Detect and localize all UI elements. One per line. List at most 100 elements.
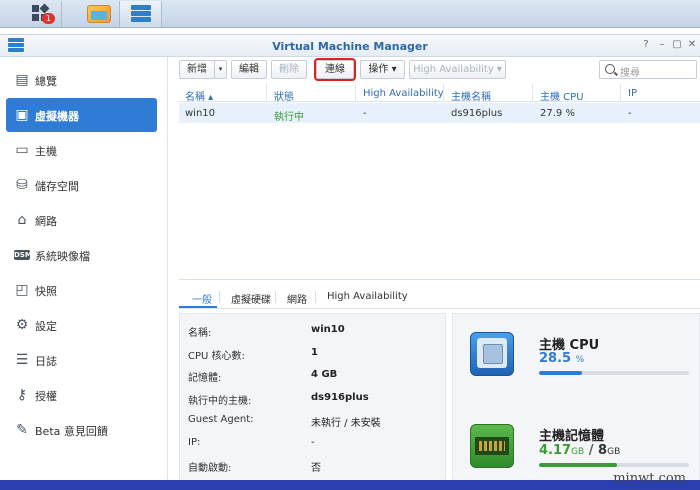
memory-usage-bar-fill bbox=[539, 463, 617, 467]
sidebar-item-license[interactable]: ⚷ 授權 bbox=[6, 378, 157, 412]
file-station-button[interactable] bbox=[78, 1, 120, 27]
sidebar-item-label: 儲存空間 bbox=[35, 180, 79, 193]
cell-host: ds916plus bbox=[451, 108, 503, 119]
virtual-machine-icon: ▣ bbox=[15, 107, 29, 123]
tab-high-availability[interactable]: High Availability bbox=[327, 291, 408, 302]
info-label: CPU 核心數: bbox=[188, 351, 245, 362]
table-row[interactable]: win10 執行中 - ds916plus 27.9 % - bbox=[179, 103, 700, 123]
column-header-ip[interactable]: IP bbox=[628, 88, 637, 99]
sidebar: ▤ 總覽 ▣ 虛擬機器 ▭ 主機 ⛁ 儲存空間 ⌂ 網路 DSM 系統映像檔 ◰… bbox=[0, 57, 168, 481]
info-value: win10 bbox=[311, 324, 345, 335]
column-header-cpu[interactable]: 主機 CPU bbox=[540, 88, 584, 103]
main-menu-button[interactable]: 1 bbox=[20, 1, 62, 27]
sidebar-item-feedback[interactable]: ✎ Beta 意見回饋 bbox=[6, 413, 157, 447]
general-info-panel: 名稱: win10 CPU 核心數: 1 記憶體: 4 GB 執行中的主機: d… bbox=[179, 313, 446, 481]
info-value: - bbox=[311, 437, 315, 448]
close-icon[interactable]: ✕ bbox=[686, 39, 698, 51]
action-menu-button[interactable]: 操作 ▾ bbox=[360, 60, 405, 79]
window-titlebar[interactable]: Virtual Machine Manager ? – ▢ ✕ bbox=[0, 35, 700, 57]
main-panel: 新增 ▾ 編輯 刪除 連線 操作 ▾ High Availability ▾ 搜… bbox=[169, 57, 700, 481]
info-label: 記憶體: bbox=[188, 373, 222, 384]
bottom-bar bbox=[0, 480, 700, 490]
info-label: Guest Agent: bbox=[188, 414, 254, 425]
sidebar-item-settings[interactable]: ⚙ 設定 bbox=[6, 308, 157, 342]
sidebar-item-label: 虛擬機器 bbox=[35, 110, 79, 123]
taskbar: 1 bbox=[0, 0, 700, 28]
edit-button[interactable]: 編輯 bbox=[231, 60, 267, 79]
sidebar-item-label: 快照 bbox=[35, 285, 57, 298]
create-button[interactable]: 新增 bbox=[179, 60, 215, 79]
watermark: minwt.com bbox=[613, 471, 686, 486]
detail-tabs: 一般 虛擬硬碟 網路 High Availability bbox=[179, 285, 700, 309]
info-label: 自動啟動: bbox=[188, 463, 232, 474]
delete-button[interactable]: 刪除 bbox=[271, 60, 307, 79]
info-value: 1 bbox=[311, 347, 318, 358]
tab-network[interactable]: 網路 bbox=[287, 291, 307, 306]
image-icon: DSM bbox=[14, 250, 32, 260]
tab-virtual-disk[interactable]: 虛擬硬碟 bbox=[231, 291, 271, 306]
memory-usage-bar bbox=[539, 463, 689, 467]
column-header-host[interactable]: 主機名稱 bbox=[451, 88, 491, 103]
sidebar-item-label: Beta 意見回饋 bbox=[35, 425, 108, 438]
sidebar-item-label: 系統映像檔 bbox=[35, 250, 90, 263]
log-icon: ☰ bbox=[15, 352, 29, 368]
column-header-name[interactable]: 名稱 ▴ bbox=[185, 88, 213, 103]
info-value: 未執行 / 未安裝 bbox=[311, 418, 381, 429]
search-placeholder: 搜尋 bbox=[620, 68, 640, 79]
sidebar-item-network[interactable]: ⌂ 網路 bbox=[6, 203, 157, 237]
info-value: 4 GB bbox=[311, 369, 338, 380]
feedback-icon: ✎ bbox=[16, 422, 28, 438]
memory-icon bbox=[470, 424, 514, 468]
cpu-usage-value: 28.5 % bbox=[539, 351, 585, 366]
sidebar-item-image[interactable]: DSM 系統映像檔 bbox=[6, 238, 157, 272]
info-value: 否 bbox=[311, 463, 321, 474]
sidebar-item-label: 主機 bbox=[35, 145, 57, 158]
tab-active-indicator bbox=[179, 306, 217, 308]
sidebar-item-storage[interactable]: ⛁ 儲存空間 bbox=[6, 168, 157, 202]
high-availability-menu-button[interactable]: High Availability ▾ bbox=[409, 60, 506, 79]
cell-ip: - bbox=[628, 108, 632, 119]
sidebar-item-label: 日誌 bbox=[35, 355, 57, 368]
cpu-icon bbox=[470, 332, 514, 376]
toolbar: 新增 ▾ 編輯 刪除 連線 操作 ▾ High Availability ▾ 搜… bbox=[169, 57, 700, 83]
cell-cpu: 27.9 % bbox=[540, 108, 575, 119]
help-icon[interactable]: ? bbox=[640, 39, 652, 51]
sidebar-item-label: 設定 bbox=[35, 320, 57, 333]
cpu-usage-bar bbox=[539, 371, 689, 375]
panel-splitter[interactable] bbox=[179, 279, 700, 283]
license-icon: ⚷ bbox=[16, 387, 28, 403]
cell-name: win10 bbox=[185, 108, 216, 119]
info-label: IP: bbox=[188, 437, 201, 448]
cell-ha: - bbox=[363, 108, 367, 119]
vmm-window: Virtual Machine Manager ? – ▢ ✕ ▤ 總覽 ▣ 虛… bbox=[0, 34, 700, 481]
search-input[interactable]: 搜尋 bbox=[599, 60, 697, 79]
column-header-ha[interactable]: High Availability bbox=[363, 88, 444, 99]
column-header-status[interactable]: 狀態 bbox=[274, 88, 294, 103]
connect-button[interactable]: 連線 bbox=[314, 58, 356, 81]
vmm-taskbar-button[interactable] bbox=[120, 1, 162, 27]
sidebar-item-label: 授權 bbox=[35, 390, 57, 403]
memory-title: 主機記憶體 bbox=[539, 429, 605, 444]
sidebar-item-overview[interactable]: ▤ 總覽 bbox=[6, 63, 157, 97]
notification-badge: 1 bbox=[42, 13, 55, 24]
minimize-icon[interactable]: – bbox=[656, 39, 668, 51]
storage-icon: ⛁ bbox=[16, 177, 28, 193]
info-label: 執行中的主機: bbox=[188, 396, 252, 407]
create-dropdown-button[interactable]: ▾ bbox=[214, 60, 227, 79]
maximize-icon[interactable]: ▢ bbox=[671, 39, 683, 51]
grid-header: 名稱 ▴ 狀態 High Availability 主機名稱 主機 CPU IP bbox=[179, 84, 700, 103]
cpu-usage-bar-fill bbox=[539, 371, 582, 375]
info-value: ds916plus bbox=[311, 392, 369, 403]
sidebar-item-virtual-machine[interactable]: ▣ 虛擬機器 bbox=[6, 98, 157, 132]
sidebar-item-host[interactable]: ▭ 主機 bbox=[6, 133, 157, 167]
sidebar-item-label: 網路 bbox=[35, 215, 57, 228]
sidebar-item-snapshot[interactable]: ◰ 快照 bbox=[6, 273, 157, 307]
search-icon bbox=[605, 64, 615, 74]
sidebar-item-label: 總覽 bbox=[35, 75, 57, 88]
sidebar-item-log[interactable]: ☰ 日誌 bbox=[6, 343, 157, 377]
gear-icon: ⚙ bbox=[15, 317, 29, 333]
overview-icon: ▤ bbox=[15, 72, 29, 88]
tab-general[interactable]: 一般 bbox=[192, 291, 212, 306]
cell-status: 執行中 bbox=[274, 112, 304, 123]
memory-usage-value: 4.17GB / 8GB bbox=[539, 443, 621, 458]
